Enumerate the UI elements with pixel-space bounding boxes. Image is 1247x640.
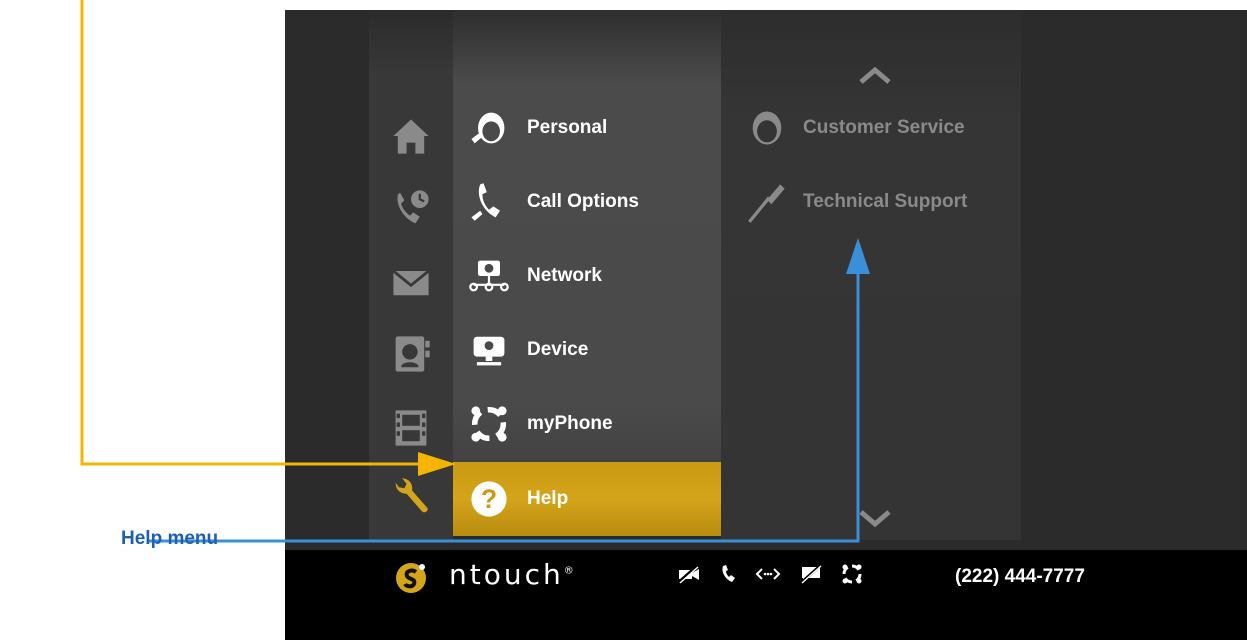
contacts-icon[interactable] (385, 328, 437, 380)
menu-item-device[interactable]: Device (453, 320, 721, 380)
settings-menu: Personal Call Options Network Device myP… (453, 10, 721, 536)
screwdriver-icon (748, 184, 785, 223)
menu-item-call-options[interactable]: Call Options (453, 172, 721, 232)
menu-item-label: Call Options (527, 191, 639, 212)
video-off-icon (677, 562, 701, 586)
network-icon (465, 252, 513, 300)
scroll-up-icon[interactable] (857, 64, 893, 88)
device-icon (465, 326, 513, 374)
message-off-icon (799, 562, 823, 586)
video-center-icon[interactable] (385, 402, 437, 454)
submenu-item-customer-service[interactable]: Customer Service (745, 98, 965, 158)
submenu-item-technical-support[interactable]: Technical Support (745, 172, 967, 232)
brand-name: ntouch® (449, 558, 574, 591)
myphone-icon (465, 400, 513, 448)
menu-item-label: myPhone (527, 413, 613, 434)
status-icons (677, 562, 863, 586)
menu-item-label: Help (527, 488, 569, 509)
status-bar: ntouch® (222) 444-7777 (285, 550, 1247, 640)
myphone-status-icon (841, 562, 863, 586)
callout-label-help-menu: Help menu (121, 528, 219, 549)
customer-service-icon (752, 111, 782, 145)
settings-wrench-icon[interactable] (385, 470, 437, 522)
phone-icon (719, 562, 737, 586)
messages-icon[interactable] (385, 256, 437, 308)
menu-item-network[interactable]: Network (453, 246, 721, 306)
menu-item-label: Network (527, 265, 602, 286)
menu-item-help[interactable]: ? Help (453, 462, 721, 536)
nav-rail (369, 10, 453, 540)
scroll-down-icon[interactable] (857, 506, 893, 530)
brand-text: ntouch (449, 558, 564, 591)
menu-item-label: Device (527, 339, 589, 360)
personal-settings-icon (465, 104, 513, 152)
menu-item-personal[interactable]: Personal (453, 98, 721, 158)
menu-item-label: Personal (527, 117, 608, 138)
user-phone-number: (222) 444-7777 (955, 566, 1085, 587)
app-screen: Personal Call Options Network Device myP… (285, 10, 1247, 640)
submenu-item-label: Technical Support (803, 191, 968, 212)
home-icon[interactable] (385, 110, 437, 162)
menu-item-myphone[interactable]: myPhone (453, 394, 721, 454)
svg-text:?: ? (481, 484, 497, 514)
signal-icon (755, 562, 781, 586)
help-icon: ? (465, 475, 513, 523)
call-history-icon[interactable] (385, 182, 437, 234)
brand-registered-mark: ® (563, 565, 574, 577)
help-submenu: Customer Service Technical Support (721, 10, 1021, 540)
ntouch-logo-icon (396, 563, 426, 593)
call-options-icon (465, 178, 513, 226)
submenu-item-label: Customer Service (803, 117, 965, 138)
